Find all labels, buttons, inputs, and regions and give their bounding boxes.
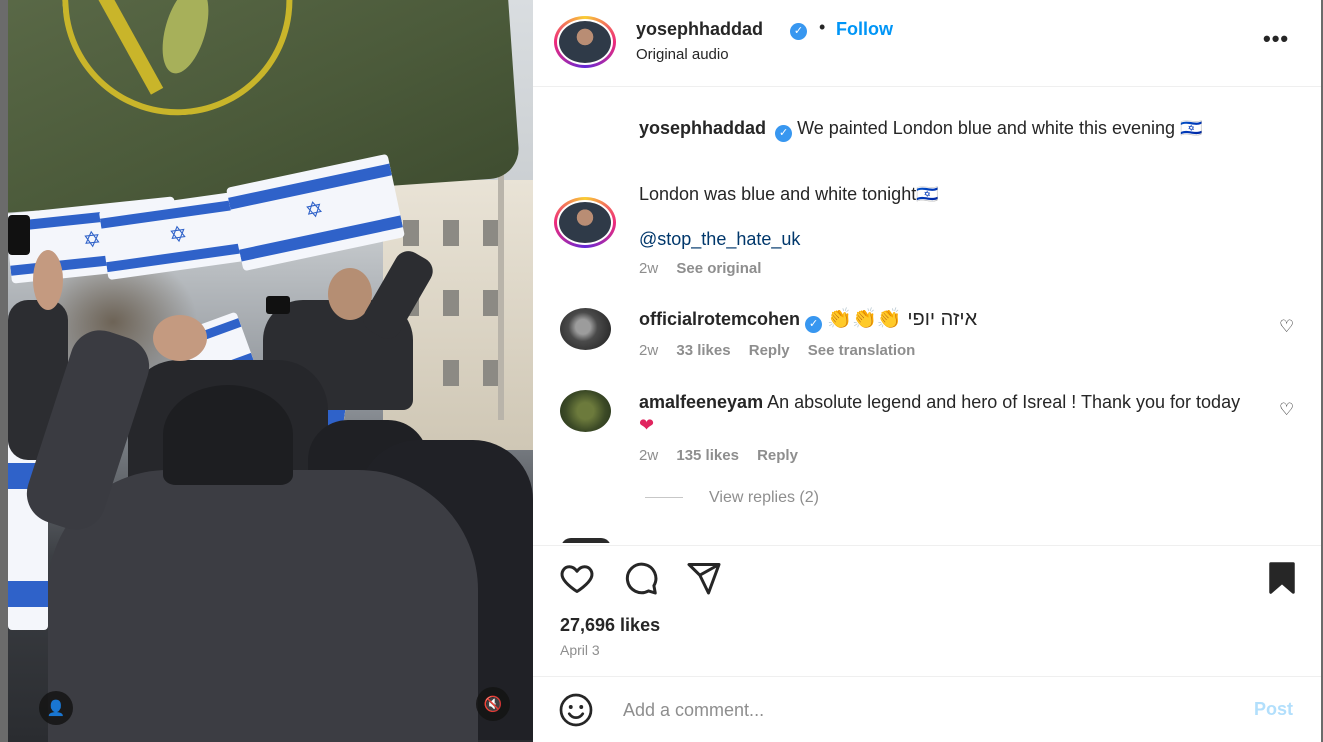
heart-icon[interactable] (559, 560, 595, 596)
post-date[interactable]: April 3 (560, 642, 600, 658)
caption-mention-link[interactable]: @stop_the_hate_uk (639, 229, 800, 250)
comment-time: 2w (639, 447, 659, 464)
commenter-avatar[interactable] (560, 308, 611, 350)
held-phone (8, 215, 30, 255)
mute-button[interactable]: 🔇 (476, 687, 510, 721)
post-panel: yosephhaddad ✓ • Follow Original audio •… (533, 0, 1321, 742)
comment-time: 2w (639, 342, 659, 359)
user-icon: 👤 (46, 700, 66, 717)
idf-emblem (60, 0, 301, 124)
comment-icon[interactable] (623, 560, 659, 596)
verified-icon: ✓ (790, 23, 807, 40)
crowd-person-foreground (48, 470, 478, 742)
post-header: yosephhaddad ✓ • Follow Original audio •… (533, 0, 1321, 87)
caption-text-line-2: London was blue and white tonight🇮🇱 (639, 184, 939, 204)
commenter-username[interactable]: officialrotemcohen (639, 309, 800, 329)
view-replies-label: View replies (2) (709, 489, 819, 506)
share-icon[interactable] (686, 560, 722, 596)
comment-meta: 2w 135 likes Reply (639, 447, 812, 464)
comment: amalfeeneyam An absolute legend and hero… (639, 391, 1249, 437)
see-original-button[interactable]: See original (676, 260, 761, 277)
separator-dot: • (819, 17, 826, 37)
reply-button[interactable]: Reply (749, 342, 790, 359)
red-heart-emoji: ❤ (639, 415, 655, 435)
audio-label[interactable]: Original audio (636, 46, 729, 63)
caption-text: We painted London blue and white this ev… (797, 118, 1203, 138)
tagged-users-button[interactable]: 👤 (39, 691, 73, 725)
mute-icon: 🔇 (483, 696, 503, 713)
reply-button[interactable]: Reply (757, 447, 798, 464)
see-translation-button[interactable]: See translation (808, 342, 916, 359)
emoji-icon[interactable] (558, 692, 594, 728)
raised-hand (33, 250, 63, 310)
verified-icon: ✓ (805, 316, 823, 333)
post-actions: 27,696 likes April 3 (533, 545, 1321, 675)
comment: officialrotemcohen ✓ 👏👏👏 איזה יופי (639, 308, 1259, 333)
post-media[interactable]: ✡ ✡ ✡ 👤 🔇 (8, 0, 533, 742)
replies-divider (645, 497, 683, 499)
comment-text: 👏👏👏 איזה יופי (827, 308, 978, 330)
comment-like-icon[interactable]: ♡ (1279, 317, 1294, 337)
bookmark-icon[interactable] (1264, 560, 1300, 596)
comment-input[interactable] (623, 695, 1183, 725)
comment-likes[interactable]: 33 likes (676, 342, 730, 359)
commenter-username[interactable]: amalfeeneyam (639, 392, 763, 412)
caption-time: 2w (639, 260, 659, 277)
crowd-cap (163, 385, 293, 485)
more-options-icon[interactable]: ••• (1263, 26, 1289, 52)
follow-button[interactable]: Follow (836, 19, 893, 40)
likes-count[interactable]: 27,696 likes (560, 615, 660, 636)
add-comment-bar: Post (533, 676, 1321, 742)
comments-section[interactable]: yosephhaddad ✓ We painted London blue an… (533, 88, 1321, 543)
next-comment-avatar (561, 538, 611, 543)
raised-fist (153, 315, 207, 361)
caption: yosephhaddad ✓ We painted London blue an… (639, 116, 1299, 142)
held-phone (266, 296, 290, 314)
post-comment-button[interactable]: Post (1254, 699, 1293, 720)
commenter-avatar[interactable] (560, 390, 611, 432)
caption-meta: 2w See original (639, 260, 775, 277)
view-replies-button[interactable]: View replies (2) (645, 489, 819, 507)
author-avatar[interactable] (554, 16, 616, 68)
caption-author-username[interactable]: yosephhaddad (639, 118, 766, 138)
comment-likes[interactable]: 135 likes (676, 447, 739, 464)
comment-text: An absolute legend and hero of Isreal ! … (767, 392, 1241, 412)
comment-meta: 2w 33 likes Reply See translation (639, 342, 929, 359)
caption-author-avatar[interactable] (554, 197, 616, 248)
comment-like-icon[interactable]: ♡ (1279, 400, 1294, 420)
verified-icon: ✓ (775, 125, 793, 142)
author-username[interactable]: yosephhaddad (636, 19, 763, 40)
